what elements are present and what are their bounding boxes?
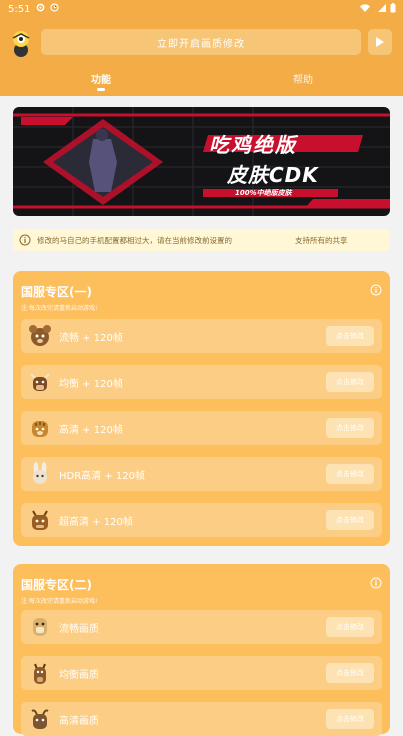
item-label: HDR高清 + 120帧 bbox=[59, 471, 145, 482]
list-item[interactable]: 均衡 + 120帧 点击修改 bbox=[21, 365, 382, 399]
list-item[interactable]: 超高清 + 120帧 点击修改 bbox=[21, 503, 382, 537]
status-time: 5:51 bbox=[8, 4, 31, 15]
tab-bar: 功能 帮助 bbox=[0, 62, 403, 96]
tab-help[interactable]: 帮助 bbox=[293, 71, 313, 86]
battery-icon bbox=[390, 3, 396, 16]
ox-icon bbox=[29, 370, 51, 394]
section-subtitle: 注:每次改完请重新启动游戏! bbox=[21, 598, 98, 605]
play-button[interactable] bbox=[368, 29, 392, 55]
banner-subheadline: 皮肤CDK bbox=[227, 163, 319, 187]
banner-headline: 吃鸡绝版 bbox=[209, 133, 297, 157]
modify-button[interactable]: 点击修改 bbox=[326, 326, 374, 346]
modify-button[interactable]: 点击修改 bbox=[326, 464, 374, 484]
dragon-icon bbox=[29, 508, 51, 532]
modify-button[interactable]: 点击修改 bbox=[326, 663, 374, 683]
start-modify-bar[interactable]: 立即开启画质修改 bbox=[41, 29, 361, 55]
notice-bar: 修改的马自己的手机配置都相过大，请在当前修改前设置的 支持所有的共享 bbox=[13, 229, 390, 251]
info-icon[interactable] bbox=[370, 574, 382, 589]
goat-icon bbox=[29, 707, 51, 731]
play-icon bbox=[376, 37, 384, 47]
tiger-icon bbox=[29, 416, 51, 440]
info-icon[interactable] bbox=[370, 281, 382, 296]
tab-features[interactable]: 功能 bbox=[91, 71, 111, 86]
alarm-status-icon bbox=[50, 3, 59, 15]
signal-icon bbox=[377, 3, 387, 16]
list-item[interactable]: HDR高清 + 120帧 点击修改 bbox=[21, 457, 382, 491]
item-label: 高清 + 120帧 bbox=[59, 425, 123, 436]
rat-icon bbox=[29, 324, 51, 348]
mascot-avatar-icon[interactable] bbox=[10, 29, 32, 57]
list-item[interactable]: 流畅 + 120帧 点击修改 bbox=[21, 319, 382, 353]
snake-icon bbox=[29, 615, 51, 639]
list-item[interactable]: 流畅画质 点击修改 bbox=[21, 610, 382, 644]
item-label: 流畅画质 bbox=[59, 624, 99, 635]
notice-text-left: 修改的马自己的手机配置都相过大，请在当前修改前设置的 bbox=[37, 236, 232, 245]
status-bar: 5:51 bbox=[0, 0, 403, 20]
section-cn-zone-2: 国服专区(二) 注:每次改完请重新启动游戏! 流畅画质 点击修改 均衡画质 点击… bbox=[13, 564, 390, 736]
section-title: 国服专区(二) bbox=[21, 578, 92, 592]
modify-button[interactable]: 点击修改 bbox=[326, 617, 374, 637]
promo-banner-image bbox=[13, 107, 390, 216]
item-label: 超高清 + 120帧 bbox=[59, 517, 133, 528]
section-cn-zone-1: 国服专区(一) 注:每次改完请重新启动游戏! 流畅 + 120帧 点击修改 均衡… bbox=[13, 271, 390, 546]
settings-status-icon bbox=[36, 3, 45, 15]
rabbit-icon bbox=[29, 462, 51, 486]
banner-tagline: 100%中绝版皮肤 bbox=[235, 189, 292, 197]
modify-button[interactable]: 点击修改 bbox=[326, 418, 374, 438]
wifi-icon bbox=[360, 3, 370, 16]
notice-text-right: 支持所有的共享 bbox=[295, 236, 348, 245]
section-subtitle: 注:每次改完请重新启动游戏! bbox=[21, 305, 98, 312]
modify-button[interactable]: 点击修改 bbox=[326, 372, 374, 392]
item-label: 流畅 + 120帧 bbox=[59, 333, 123, 344]
notice-info-icon bbox=[19, 234, 31, 248]
list-item[interactable]: 高清画质 点击修改 bbox=[21, 702, 382, 736]
list-item[interactable]: 高清 + 120帧 点击修改 bbox=[21, 411, 382, 445]
modify-button[interactable]: 点击修改 bbox=[326, 709, 374, 729]
horse-icon bbox=[29, 661, 51, 685]
modify-button[interactable]: 点击修改 bbox=[326, 510, 374, 530]
section-title: 国服专区(一) bbox=[21, 285, 92, 299]
tab-active-indicator bbox=[97, 88, 105, 91]
item-label: 均衡画质 bbox=[59, 670, 99, 681]
list-item[interactable]: 均衡画质 点击修改 bbox=[21, 656, 382, 690]
item-label: 均衡 + 120帧 bbox=[59, 379, 123, 390]
promo-banner[interactable]: 吃鸡绝版 皮肤CDK 100%中绝版皮肤 bbox=[13, 107, 390, 216]
